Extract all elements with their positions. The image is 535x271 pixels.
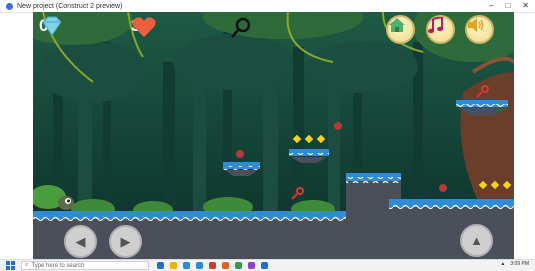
music-icon [428,17,443,34]
app-icon [6,2,13,10]
key-icon [231,17,251,38]
sound-button[interactable] [465,15,494,44]
sound-icon [468,18,484,32]
app-icon-purple[interactable] [248,262,255,269]
jungle-scene [33,12,514,259]
notification-icon[interactable]: ▲ [500,261,505,267]
game-canvas[interactable]: 0 3 ◀ [33,12,514,259]
minimize-button[interactable]: – [489,1,493,11]
app-icon-green[interactable] [235,262,242,269]
taskbar: ⌕ Type here to search ▲ 3:09 PM [0,259,535,271]
gem-counter: 0 [39,16,62,36]
system-tray: ▲ 3:09 PM [500,261,529,267]
move-right-button[interactable]: ▶ [109,225,142,258]
up-arrow-icon: ▲ [470,233,483,248]
gem-icon [42,16,62,36]
lives-counter: 3 [131,16,156,37]
store-icon[interactable] [196,262,203,269]
home-icon [389,18,405,32]
edge-icon[interactable] [183,262,190,269]
clock[interactable]: 3:09 PM [510,261,529,267]
maximize-button[interactable]: □ [505,1,510,11]
taskbar-apps [157,262,268,269]
app-icon-orange[interactable] [222,262,229,269]
search-icon: ⌕ [25,262,29,268]
start-button[interactable] [6,261,15,270]
window-title: New project (Construct 2 preview) [17,2,123,10]
app-icon-red[interactable] [209,262,216,269]
right-ledge-platform [389,199,514,259]
right-arrow-icon: ▶ [120,233,131,249]
move-left-button[interactable]: ◀ [64,225,97,258]
app-icon-blue[interactable] [261,262,268,269]
heart-icon [132,17,156,37]
player-character [58,196,74,210]
jump-button[interactable]: ▲ [460,224,493,257]
search-placeholder: Type here to search [31,262,85,269]
taskview-icon[interactable] [157,262,164,269]
left-arrow-icon: ◀ [75,233,86,249]
home-button[interactable] [386,15,415,44]
window-controls: – □ ✕ [489,1,529,11]
explorer-icon[interactable] [170,262,177,269]
close-button[interactable]: ✕ [522,1,529,11]
taskbar-search[interactable]: ⌕ Type here to search [21,261,149,270]
music-button[interactable] [426,15,455,44]
